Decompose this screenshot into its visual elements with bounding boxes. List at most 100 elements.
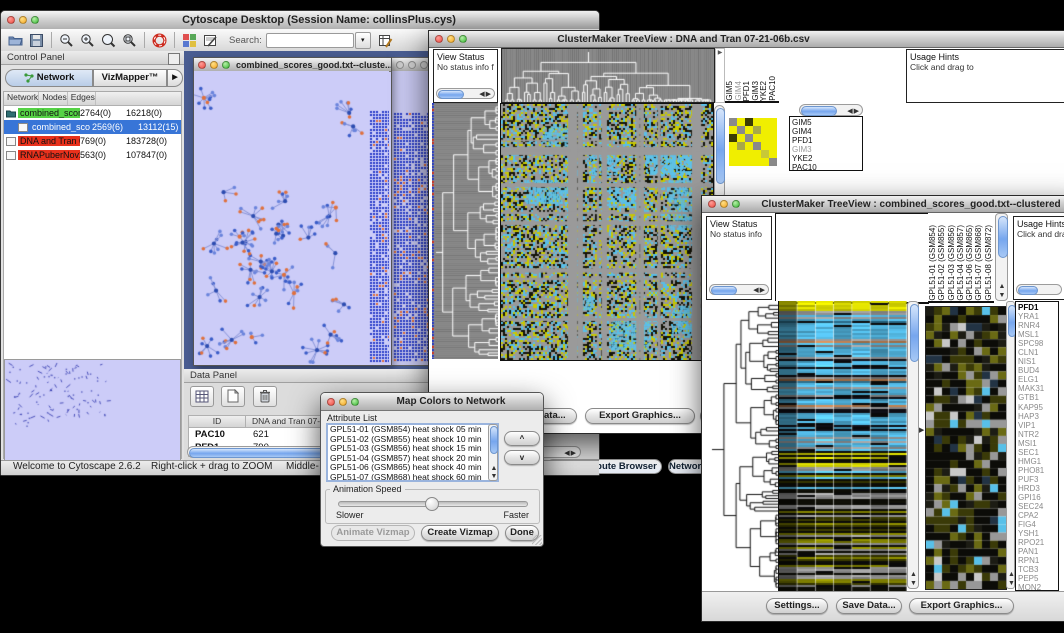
matrix-cell[interactable] <box>737 126 745 134</box>
window-controls[interactable] <box>7 16 39 24</box>
scrollbar-arrows-icon[interactable]: ◀▶ <box>564 449 577 457</box>
matrix-cell[interactable] <box>745 118 753 126</box>
slider-thumb[interactable] <box>425 497 439 511</box>
gene-label[interactable]: HAP3 <box>1018 412 1058 421</box>
matrix-cell[interactable] <box>737 142 745 150</box>
matrix-cell[interactable] <box>769 118 777 126</box>
network-view-canvas[interactable] <box>194 71 389 364</box>
gene-label[interactable]: GIM4 <box>792 127 862 136</box>
gene-label[interactable]: RPO21 <box>1018 538 1058 547</box>
gene-label[interactable]: PAN1 <box>1018 547 1058 556</box>
gene-label[interactable]: ELG1 <box>1018 375 1058 384</box>
tv2-title-bar[interactable]: ClusterMaker TreeView : combined_scores_… <box>702 196 1064 213</box>
gene-label[interactable]: CPA2 <box>1018 511 1058 520</box>
tv2-gene-vscrollbar[interactable]: ▲ ▼ <box>1006 301 1015 589</box>
network-row[interactable]: DNA and Tran 07 769(0) 183728(0) <box>4 134 181 148</box>
tv2-column-vscrollbar[interactable]: ▲ ▼ <box>995 213 1008 301</box>
tv2-status-scrollbar[interactable]: ◀▶ <box>709 284 769 295</box>
column-label[interactable]: GPL51-01 (GSM854) <box>928 225 937 301</box>
tv2-button[interactable]: Settings... <box>766 598 828 614</box>
matrix-cell[interactable] <box>753 126 761 134</box>
attribute-list-scrollbar[interactable]: ▲ ▼ <box>488 424 498 481</box>
matrix-cell[interactable] <box>761 142 769 150</box>
zoom-window-icon[interactable] <box>420 61 428 69</box>
matrix-cell[interactable] <box>761 134 769 142</box>
gene-label[interactable]: HMG1 <box>1018 457 1058 466</box>
matrix-cell[interactable] <box>729 118 737 126</box>
tv1-splitter[interactable]: ▶ <box>715 48 725 103</box>
zoom-selected-icon[interactable] <box>101 33 116 48</box>
matrix-cell[interactable] <box>753 158 761 166</box>
gene-label[interactable]: NIS1 <box>1018 357 1058 366</box>
tv2-usage-scrollbar[interactable] <box>1016 284 1062 295</box>
new-attribute-icon[interactable] <box>221 386 245 407</box>
tv2-heatmap[interactable] <box>778 301 907 591</box>
zoom-window-icon[interactable] <box>31 16 39 24</box>
matrix-cell[interactable] <box>753 118 761 126</box>
tv1-heatmap[interactable] <box>500 103 714 361</box>
zoom-window-icon[interactable] <box>351 398 359 406</box>
attribute-list[interactable]: GPL51-01 (GSM854) heat shock 05 minGPL51… <box>326 423 499 482</box>
minimize-icon[interactable] <box>408 61 416 69</box>
matrix-cell[interactable] <box>769 126 777 134</box>
matrix-cell[interactable] <box>769 142 777 150</box>
network-list-header[interactable]: NetworkNodesEdges <box>4 92 181 106</box>
matrix-cell[interactable] <box>761 118 769 126</box>
zoom-in-icon[interactable] <box>80 33 95 48</box>
gene-label[interactable]: CLN1 <box>1018 348 1058 357</box>
gene-label[interactable]: PFD1 <box>792 136 862 145</box>
vizmapper-icon[interactable] <box>182 33 197 48</box>
zoom-window-icon[interactable] <box>732 200 740 208</box>
matrix-cell[interactable] <box>761 158 769 166</box>
gene-label[interactable]: PEP5 <box>1018 574 1058 583</box>
gene-label[interactable]: KAP95 <box>1018 403 1058 412</box>
tv2-column-labels[interactable]: GPL51-01 (GSM854)GPL51-02 (GSM855)GPL51-… <box>928 213 994 303</box>
tv1-similarity-matrix[interactable] <box>729 118 777 166</box>
tv1-row-labels[interactable]: GIM5GIM4PFD1GIM3YKE2PAC10 <box>789 116 863 171</box>
matrix-cell[interactable] <box>769 150 777 158</box>
minimize-icon[interactable] <box>720 200 728 208</box>
move-up-button[interactable]: ^ <box>504 431 540 446</box>
tv2-gene-labels[interactable]: PFD1YRA1RNR4MSL1SPC98CLN1NIS1BUD4ELG1MAK… <box>1015 301 1059 591</box>
matrix-cell[interactable] <box>769 158 777 166</box>
matrix-cell[interactable] <box>729 142 737 150</box>
matrix-cell[interactable] <box>753 134 761 142</box>
matrix-cell[interactable] <box>753 142 761 150</box>
close-icon[interactable] <box>198 61 206 69</box>
gene-label[interactable]: SEC24 <box>1018 502 1058 511</box>
attribute-list-item[interactable]: GPL51-07 (GSM868) heat shock 60 min <box>330 473 497 482</box>
network-row[interactable]: combined_sco 2569(6) 13112(15) <box>4 120 181 134</box>
network-row[interactable]: RNAPuberNov2+ 563(0) 107847(0) <box>4 148 181 162</box>
attribute-editor-icon[interactable] <box>378 33 393 48</box>
matrix-cell[interactable] <box>737 158 745 166</box>
open-session-icon[interactable] <box>8 33 23 48</box>
tv1-status-scrollbar[interactable]: ◀▶ <box>436 88 495 99</box>
close-icon[interactable] <box>327 398 335 406</box>
column-label[interactable]: YKE2 <box>759 81 768 101</box>
help-lifering-icon[interactable] <box>152 33 167 48</box>
tab-overflow-arrow[interactable]: ▶ <box>167 69 183 87</box>
gene-label[interactable]: PUF3 <box>1018 475 1058 484</box>
tv1-column-dendrogram[interactable] <box>501 48 715 103</box>
gene-label[interactable]: YKE2 <box>792 154 862 163</box>
annotation-icon[interactable] <box>203 33 218 48</box>
gene-label[interactable]: RNR4 <box>1018 321 1058 330</box>
gene-label[interactable]: MAK31 <box>1018 384 1058 393</box>
gene-label[interactable]: BUD4 <box>1018 366 1058 375</box>
tv1-button[interactable]: Export Graphics... <box>585 408 695 424</box>
resize-grip[interactable] <box>532 535 542 545</box>
tv2-button[interactable]: Export Graphics... <box>909 598 1014 614</box>
delete-attribute-trash-icon[interactable] <box>253 386 277 407</box>
matrix-cell[interactable] <box>761 150 769 158</box>
minimize-icon[interactable] <box>19 16 27 24</box>
create-vizmap-button[interactable]: Create Vizmap <box>421 525 499 541</box>
minimize-icon[interactable] <box>210 61 218 69</box>
matrix-cell[interactable] <box>745 150 753 158</box>
move-down-button[interactable]: v <box>504 450 540 465</box>
matrix-cell[interactable] <box>753 150 761 158</box>
column-label[interactable]: GIM4 <box>734 81 743 101</box>
close-icon[interactable] <box>435 35 443 43</box>
column-header[interactable]: Nodes <box>39 92 68 105</box>
column-label[interactable]: GIM5 <box>725 81 734 101</box>
gene-label[interactable]: PAC10 <box>792 163 862 171</box>
